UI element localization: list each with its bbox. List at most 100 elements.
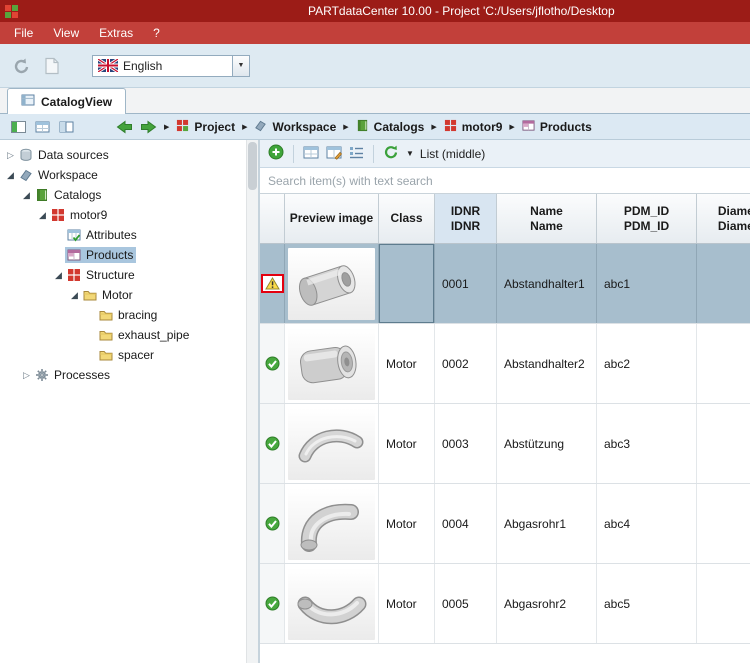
- breadcrumb-separator-icon: ▶: [509, 123, 514, 131]
- breadcrumb-project[interactable]: Project: [173, 119, 238, 135]
- tree-item-bracing[interactable]: bracing: [0, 305, 246, 325]
- language-value: English: [123, 59, 232, 73]
- expander-expanded-icon[interactable]: ◢: [20, 190, 33, 201]
- tree-item-workspace[interactable]: ◢ Workspace: [0, 165, 246, 185]
- header-name[interactable]: NameName: [497, 194, 597, 243]
- menu-extras[interactable]: Extras: [89, 22, 143, 44]
- header-idnr[interactable]: IDNRIDNR: [435, 194, 497, 243]
- open-table-icon[interactable]: [303, 145, 319, 163]
- tree-label: Workspace: [38, 168, 98, 182]
- list-view-icon[interactable]: [349, 145, 364, 162]
- row-status-cell: [260, 324, 285, 403]
- tree-item-motor9[interactable]: ◢ motor9: [0, 205, 246, 225]
- search-bar: [260, 168, 750, 194]
- table-row[interactable]: 0001 Abstandhalter1 abc1: [260, 244, 750, 324]
- breadcrumb-root-chevron-icon[interactable]: ▶: [164, 123, 169, 131]
- tree-item-spacer[interactable]: spacer: [0, 345, 246, 365]
- breadcrumb-label: motor9: [462, 120, 503, 134]
- header-preview-image[interactable]: Preview image: [285, 194, 379, 243]
- tree-item-products[interactable]: Products: [0, 245, 246, 265]
- navigation-tree: ▷ Data sources ◢ Workspace ◢ Catalogs ◢: [0, 140, 246, 663]
- name-cell: Abgasrohr2: [497, 564, 597, 643]
- idnr-cell: 0002: [435, 324, 497, 403]
- preview-cell: [285, 244, 379, 323]
- app-logo-icon: [5, 5, 18, 18]
- pdm-id-cell: abc3: [597, 404, 697, 483]
- header-pdm-id[interactable]: PDM_IDPDM_ID: [597, 194, 697, 243]
- add-item-icon[interactable]: [268, 144, 284, 163]
- tree-label: Processes: [54, 368, 110, 382]
- status-ok-icon: [265, 356, 280, 371]
- tab-label: CatalogView: [41, 95, 112, 109]
- breadcrumb-label: Products: [540, 120, 592, 134]
- processes-gear-icon: [34, 368, 50, 382]
- breadcrumb-motor9[interactable]: motor9: [441, 119, 506, 135]
- titlebar: PARTdataCenter 10.00 - Project 'C:/Users…: [0, 0, 750, 22]
- back-arrow-icon[interactable]: [112, 116, 136, 138]
- table-row[interactable]: Motor 0002 Abstandhalter2 abc2: [260, 324, 750, 404]
- tree-item-processes[interactable]: ▷ Processes: [0, 365, 246, 385]
- tree-label: Attributes: [86, 228, 137, 242]
- window-title: PARTdataCenter 10.00 - Project 'C:/Users…: [308, 0, 615, 22]
- table-row[interactable]: Motor 0004 Abgasrohr1 abc4: [260, 484, 750, 564]
- language-dropdown-button[interactable]: ▼: [232, 56, 249, 76]
- status-ok-icon: [265, 436, 280, 451]
- tree-item-data-sources[interactable]: ▷ Data sources: [0, 145, 246, 165]
- edit-table-icon[interactable]: [326, 145, 342, 163]
- search-input[interactable]: [260, 168, 750, 193]
- tree-item-motor[interactable]: ◢ Motor: [0, 285, 246, 305]
- name-cell: Abgasrohr1: [497, 484, 597, 563]
- breadcrumb-products[interactable]: Products: [519, 119, 595, 135]
- tree-label: spacer: [118, 348, 154, 362]
- expander-expanded-icon[interactable]: ◢: [4, 170, 17, 181]
- tree-item-exhaust-pipe[interactable]: exhaust_pipe: [0, 325, 246, 345]
- menu-view[interactable]: View: [43, 22, 89, 44]
- row-status-cell: [260, 564, 285, 643]
- products-icon: [522, 119, 535, 135]
- tree-item-attributes[interactable]: Attributes: [0, 225, 246, 245]
- new-document-icon[interactable]: [38, 52, 66, 80]
- pdm-id-cell: abc1: [597, 244, 697, 323]
- undo-icon[interactable]: [8, 52, 36, 80]
- header-status-column[interactable]: [260, 194, 285, 243]
- products-panel: ▼ List (middle) Preview image Class: [260, 140, 750, 663]
- refresh-icon[interactable]: [383, 144, 399, 163]
- structure-icon: [66, 268, 82, 282]
- diameter-cell: [697, 244, 750, 323]
- tree-scrollbar[interactable]: [246, 140, 258, 663]
- language-combobox[interactable]: English ▼: [92, 55, 250, 77]
- class-cell: Motor: [379, 404, 435, 483]
- tree-label: bracing: [118, 308, 157, 322]
- idnr-cell: 0004: [435, 484, 497, 563]
- view-table-icon[interactable]: [30, 116, 54, 138]
- expander-collapsed-icon[interactable]: ▷: [20, 370, 33, 381]
- view-mode-dropdown[interactable]: ▼ List (middle): [406, 147, 485, 161]
- header-class[interactable]: Class: [379, 194, 435, 243]
- class-cell: Motor: [379, 564, 435, 643]
- toggle-tree-panel-icon[interactable]: [6, 116, 30, 138]
- menu-file[interactable]: File: [4, 22, 43, 44]
- header-diameter[interactable]: DiameterDiameter: [697, 194, 750, 243]
- tab-strip: CatalogView: [0, 88, 750, 114]
- breadcrumb-separator-icon: ▶: [242, 123, 247, 131]
- expander-expanded-icon[interactable]: ◢: [36, 210, 49, 221]
- idnr-cell: 0005: [435, 564, 497, 643]
- scrollbar-thumb[interactable]: [248, 142, 257, 190]
- expander-collapsed-icon[interactable]: ▷: [4, 150, 17, 161]
- table-row[interactable]: Motor 0003 Abstützung abc3: [260, 404, 750, 484]
- toolbar-separator: [373, 145, 374, 163]
- breadcrumb-catalogs[interactable]: Catalogs: [353, 119, 428, 135]
- view-split-icon[interactable]: [54, 116, 78, 138]
- main-toolbar: English ▼: [0, 44, 750, 88]
- expander-expanded-icon[interactable]: ◢: [52, 270, 65, 281]
- tree-item-structure[interactable]: ◢ Structure: [0, 265, 246, 285]
- part-preview-elbow-pipe: [288, 488, 375, 560]
- forward-arrow-icon[interactable]: [136, 116, 160, 138]
- table-row[interactable]: Motor 0005 Abgasrohr2 abc5: [260, 564, 750, 644]
- tab-catalog-view[interactable]: CatalogView: [7, 88, 126, 114]
- diameter-cell: [697, 404, 750, 483]
- breadcrumb-workspace[interactable]: Workspace: [251, 119, 339, 135]
- expander-expanded-icon[interactable]: ◢: [68, 290, 81, 301]
- tree-item-catalogs[interactable]: ◢ Catalogs: [0, 185, 246, 205]
- menu-help[interactable]: ?: [143, 22, 170, 44]
